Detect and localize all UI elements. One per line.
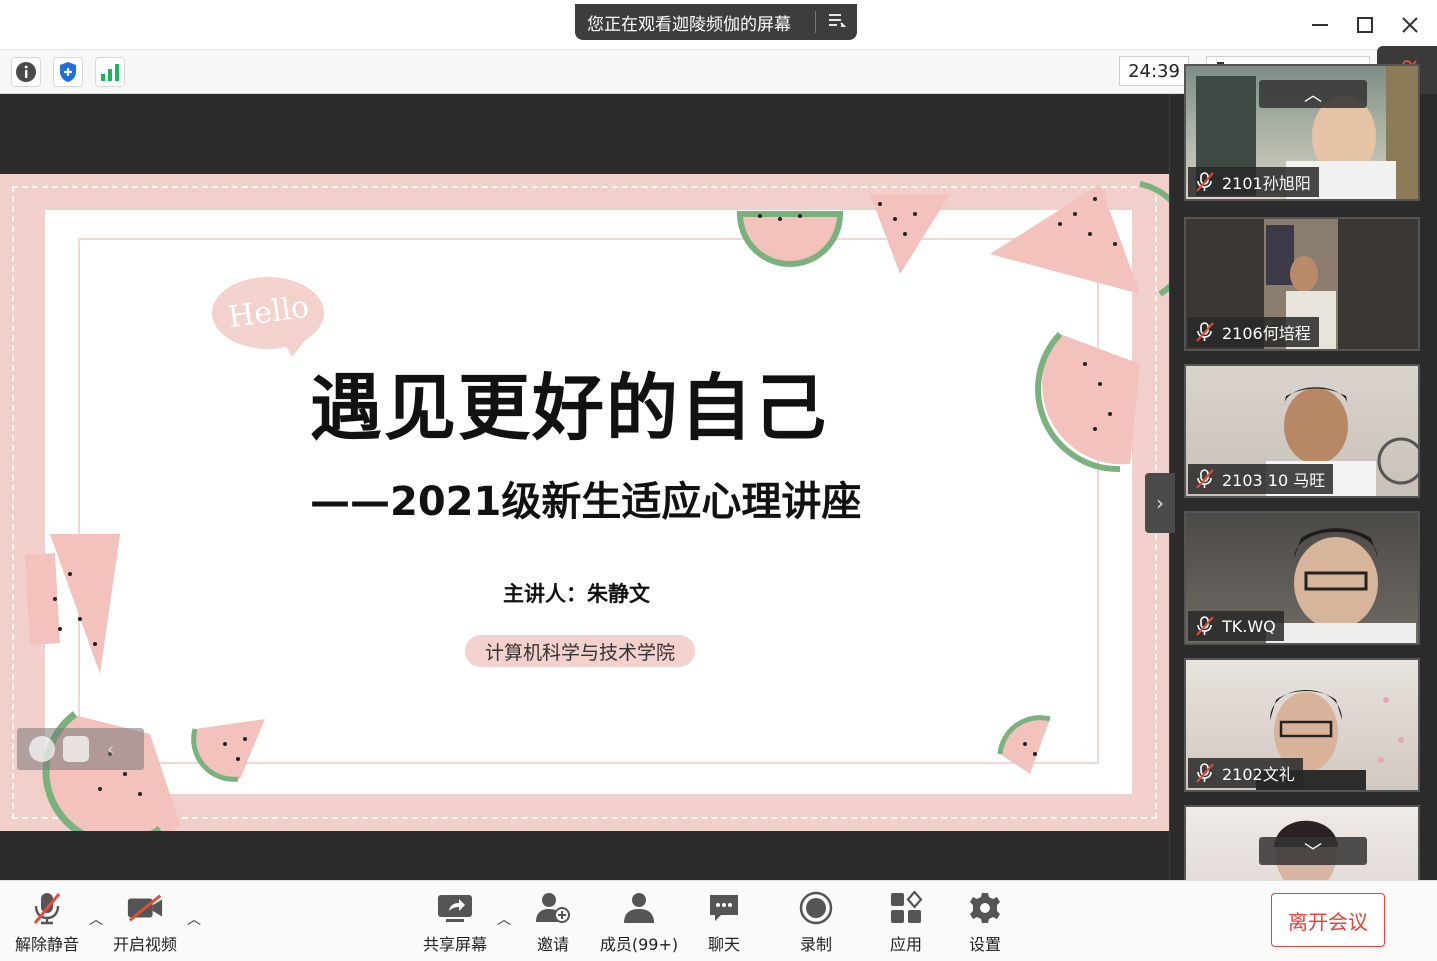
meeting-window: 您正在观看迦陵频伽的屏幕 24:39 Hello 遇见更好的自己 ——2021级… xyxy=(0,0,1437,961)
watermelon-slice-top xyxy=(736,211,844,267)
participant-tile[interactable]: 2106何培程 xyxy=(1184,217,1420,351)
apps-button[interactable]: 应用 xyxy=(861,889,951,955)
watermelon-slice-top-right xyxy=(990,184,1140,294)
participant-tile[interactable]: ﹀ xyxy=(1184,805,1420,885)
chevron-right-icon: › xyxy=(1156,491,1164,515)
scroll-up-button[interactable]: ︿ xyxy=(1259,80,1367,108)
annotation-float-bar[interactable]: ‹ xyxy=(17,728,144,770)
emoji-icon[interactable] xyxy=(29,736,55,762)
invite-button[interactable]: 邀请 xyxy=(508,889,598,955)
camera-off-icon xyxy=(126,889,164,927)
info-icon[interactable] xyxy=(11,57,41,87)
participant-name: 2102文礼 xyxy=(1222,765,1295,784)
share-notice-text: 您正在观看迦陵频伽的屏幕 xyxy=(587,14,791,35)
record-button[interactable]: 录制 xyxy=(771,889,861,955)
unmute-label: 解除静音 xyxy=(14,935,79,954)
hello-text: Hello xyxy=(225,289,312,336)
participant-name: TK.WQ xyxy=(1222,616,1276,636)
participant-tile[interactable]: ︿ 2101孙旭阳 xyxy=(1184,64,1420,201)
watermelon-slice-left xyxy=(50,534,120,674)
record-label: 录制 xyxy=(799,935,832,954)
participant-name-tag: 2102文礼 xyxy=(1188,758,1303,788)
settings-label: 设置 xyxy=(968,935,1001,954)
participant-tile[interactable]: 2103 10 马旺 xyxy=(1184,364,1420,498)
chat-icon xyxy=(705,889,743,927)
members-label: 成员(99+) xyxy=(599,935,679,954)
screen-share-notice[interactable]: 您正在观看迦陵频伽的屏幕 xyxy=(575,4,857,40)
mic-off-icon xyxy=(1196,322,1214,342)
bubble-tail xyxy=(282,339,306,357)
slide-college-label: 计算机科学与技术学院 xyxy=(465,635,695,667)
settings-button[interactable]: 设置 xyxy=(940,889,1030,955)
add-user-icon xyxy=(534,889,572,927)
slide-subtitle: ——2021级新生适应心理讲座 xyxy=(310,479,862,525)
maximize-icon[interactable] xyxy=(1348,8,1382,42)
leave-meeting-button[interactable]: 离开会议 xyxy=(1271,893,1385,947)
video-options-caret-icon[interactable]: ︿ xyxy=(187,909,201,929)
comment-icon[interactable] xyxy=(63,736,89,762)
participant-name: 2103 10 马旺 xyxy=(1222,471,1326,490)
apps-label: 应用 xyxy=(889,935,922,954)
unmute-button[interactable]: 解除静音 xyxy=(2,889,92,955)
chevron-left-icon[interactable]: ‹ xyxy=(107,739,114,760)
collapse-panel-button[interactable]: › xyxy=(1145,473,1175,533)
watermelon-rind xyxy=(1139,181,1169,297)
watermelon-slice-left xyxy=(25,553,60,645)
scroll-down-button[interactable]: ﹀ xyxy=(1259,837,1367,865)
record-icon xyxy=(797,889,835,927)
hello-speech-bubble: Hello xyxy=(212,277,324,357)
participant-name-tag: TK.WQ xyxy=(1188,611,1284,641)
participant-name-tag: 2106何培程 xyxy=(1188,317,1319,347)
participant-name-tag: 2101孙旭阳 xyxy=(1188,167,1319,197)
start-video-label: 开启视频 xyxy=(112,935,177,954)
participant-tile[interactable]: 2102文礼 xyxy=(1184,658,1420,792)
chat-button[interactable]: 聊天 xyxy=(679,889,769,955)
participant-name: 2106何培程 xyxy=(1222,324,1311,343)
watermelon-slice-bottom xyxy=(193,719,265,780)
minimize-icon[interactable] xyxy=(1303,8,1337,42)
signal-icon[interactable] xyxy=(95,57,125,87)
apps-icon xyxy=(887,889,925,927)
shield-icon[interactable] xyxy=(53,57,83,87)
chat-label: 聊天 xyxy=(707,935,740,954)
participant-name-tag: 2103 10 马旺 xyxy=(1188,464,1334,494)
chevron-up-icon: ︿ xyxy=(1304,85,1322,106)
members-icon xyxy=(620,889,658,927)
invite-label: 邀请 xyxy=(536,935,569,954)
members-button[interactable]: 成员(99+) xyxy=(594,889,684,955)
share-screen-icon xyxy=(436,889,474,927)
share-screen-label: 共享屏幕 xyxy=(422,935,487,954)
slide-presenter: 主讲人：朱静文 xyxy=(503,582,650,606)
start-video-button[interactable]: 开启视频 xyxy=(100,889,190,955)
mic-off-icon xyxy=(1196,763,1214,783)
mic-off-icon xyxy=(1196,616,1214,636)
chevron-down-icon: ﹀ xyxy=(1304,842,1322,863)
title-bar: 您正在观看迦陵频伽的屏幕 xyxy=(0,0,1437,50)
share-screen-button[interactable]: 共享屏幕 xyxy=(410,889,500,955)
bottom-control-bar: 解除静音 ︿ 开启视频 ︿ 共享屏幕 ︿ 邀请 成员(99+) 聊天 录制 应用… xyxy=(0,880,1437,961)
gear-icon xyxy=(966,889,1004,927)
mic-off-icon xyxy=(1196,469,1214,489)
shared-screen-area: Hello 遇见更好的自己 ——2021级新生适应心理讲座 主讲人：朱静文 计算… xyxy=(0,94,1169,880)
participants-panel: ︿ 2101孙旭阳 2106何培程 2103 10 马旺 TK.WQ 2102文… xyxy=(1180,64,1437,885)
participant-name: 2101孙旭阳 xyxy=(1222,174,1311,193)
mic-off-icon xyxy=(28,889,66,927)
watermelon-slice-top xyxy=(870,194,950,274)
presentation-slide: Hello 遇见更好的自己 ——2021级新生适应心理讲座 主讲人：朱静文 计算… xyxy=(0,174,1169,831)
meeting-timer: 24:39 xyxy=(1119,56,1189,86)
list-icon[interactable] xyxy=(816,12,857,33)
close-icon[interactable] xyxy=(1393,8,1427,42)
slide-title: 遇见更好的自己 xyxy=(310,366,829,450)
mic-off-icon xyxy=(1196,172,1214,192)
participant-tile[interactable]: TK.WQ xyxy=(1184,511,1420,645)
